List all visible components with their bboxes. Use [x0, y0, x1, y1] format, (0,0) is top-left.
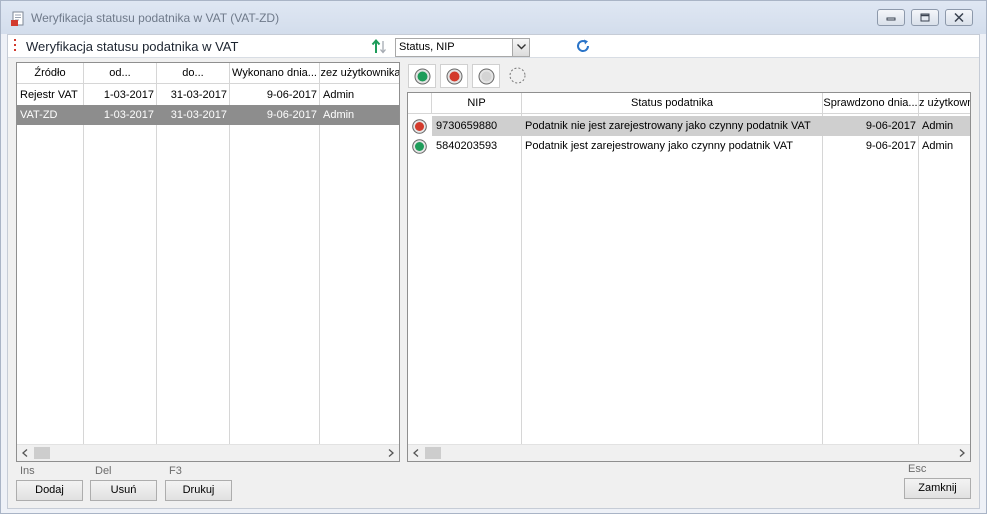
table-row[interactable]: 9730659880 Podatnik nie jest zarejestrow…: [408, 116, 970, 136]
sources-grid-header: Źródło od... do... Wykonano dnia... zez …: [17, 63, 399, 84]
horizontal-scrollbar[interactable]: [408, 444, 970, 461]
maximize-button[interactable]: [911, 9, 939, 26]
cell-to: 31-03-2017: [170, 89, 227, 101]
cell-to: 31-03-2017: [170, 109, 227, 121]
scrollbar-thumb[interactable]: [425, 447, 441, 459]
main-content: Weryfikacja statusu podatnika w VAT Stat…: [7, 34, 980, 509]
cell-user: Admin: [922, 120, 954, 132]
chevron-down-icon: [517, 44, 526, 50]
shortcut-label-close: Esc: [908, 463, 927, 475]
add-button[interactable]: Dodaj: [16, 480, 83, 501]
print-button[interactable]: Drukuj: [165, 480, 232, 501]
close-button[interactable]: Zamknij: [904, 478, 971, 499]
column-divider: [319, 84, 320, 446]
status-green-icon: [412, 139, 427, 154]
minimize-button[interactable]: [877, 9, 905, 26]
sources-grid: Źródło od... do... Wykonano dnia... zez …: [16, 62, 400, 462]
filter-active-taxpayer-button[interactable]: [408, 64, 436, 88]
column-header-status[interactable]: [408, 93, 432, 114]
document-app-icon: [11, 11, 24, 26]
header-bar: Weryfikacja statusu podatnika w VAT Stat…: [8, 35, 979, 58]
page-title: Weryfikacja statusu podatnika w VAT: [26, 39, 239, 54]
status-empty-icon: [509, 67, 526, 84]
column-header-user[interactable]: z użytkowni: [919, 93, 970, 114]
column-header-done[interactable]: Wykonano dnia...: [230, 63, 320, 84]
cell-taxpayer-status: Podatnik jest zarejestrowany jako czynny…: [525, 140, 794, 152]
column-header-nip[interactable]: NIP: [432, 93, 522, 114]
close-window-button[interactable]: [945, 9, 973, 26]
shortcut-label-print: F3: [169, 465, 182, 477]
cell-nip: 9730659880: [436, 120, 498, 132]
cell-from: 1-03-2017: [103, 89, 154, 101]
cell-checked: 9-06-2017: [865, 140, 916, 152]
shortcut-label-delete: Del: [95, 465, 112, 477]
scroll-left-icon[interactable]: [413, 449, 419, 457]
scroll-right-icon[interactable]: [959, 449, 965, 457]
status-red-icon: [446, 68, 463, 85]
title-bar: Weryfikacja statusu podatnika w VAT (VAT…: [1, 1, 986, 34]
close-icon: [954, 13, 964, 22]
column-header-to[interactable]: do...: [157, 63, 230, 84]
window-title: Weryfikacja statusu podatnika w VAT (VAT…: [31, 11, 280, 25]
sort-select[interactable]: Status, NIP: [395, 38, 530, 57]
cell-nip: 5840203593: [436, 140, 498, 152]
cell-done: 9-06-2017: [266, 89, 317, 101]
taxpayers-grid: NIP Status podatnika Sprawdzono dnia... …: [407, 92, 971, 462]
cell-user: Admin: [323, 89, 355, 101]
filter-unknown-status-button[interactable]: [472, 64, 500, 88]
maximize-icon: [920, 13, 930, 22]
column-divider: [83, 84, 84, 446]
cell-user: Admin: [922, 140, 954, 152]
column-header-checked[interactable]: Sprawdzono dnia...: [823, 93, 919, 114]
minimize-icon: [886, 17, 896, 21]
column-divider: [822, 114, 823, 446]
table-row[interactable]: Rejestr VAT 1-03-2017 31-03-2017 9-06-20…: [17, 85, 399, 105]
cell-taxpayer-status: Podatnik nie jest zarejestrowany jako cz…: [525, 120, 811, 132]
column-divider: [156, 84, 157, 446]
status-red-icon: [412, 119, 427, 134]
cell-source: Rejestr VAT: [20, 89, 78, 101]
column-divider: [521, 114, 522, 446]
taxpayers-grid-header: NIP Status podatnika Sprawdzono dnia... …: [408, 93, 970, 114]
drag-handle-icon[interactable]: [14, 39, 17, 54]
cell-source: VAT-ZD: [20, 109, 58, 121]
column-divider: [918, 114, 919, 446]
cell-from: 1-03-2017: [103, 109, 154, 121]
table-row-selected[interactable]: VAT-ZD 1-03-2017 31-03-2017 9-06-2017 Ad…: [17, 105, 399, 125]
app-window: Weryfikacja statusu podatnika w VAT (VAT…: [0, 0, 987, 514]
horizontal-scrollbar[interactable]: [17, 444, 399, 461]
column-header-taxpayer-status[interactable]: Status podatnika: [522, 93, 823, 114]
sort-direction-icon[interactable]: [371, 38, 389, 55]
table-row[interactable]: 5840203593 Podatnik jest zarejestrowany …: [408, 136, 970, 156]
column-header-source[interactable]: Źródło: [17, 63, 84, 84]
status-green-icon: [414, 68, 431, 85]
column-divider: [229, 84, 230, 446]
sort-dropdown-button[interactable]: [512, 39, 529, 56]
scroll-right-icon[interactable]: [388, 449, 394, 457]
cell-done: 9-06-2017: [266, 109, 317, 121]
filter-not-checked-button[interactable]: [504, 64, 532, 88]
scroll-left-icon[interactable]: [22, 449, 28, 457]
column-header-from[interactable]: od...: [84, 63, 157, 84]
cell-checked: 9-06-2017: [865, 120, 916, 132]
filter-inactive-taxpayer-button[interactable]: [440, 64, 468, 88]
refresh-icon[interactable]: [575, 38, 591, 54]
cell-user: Admin: [323, 109, 355, 121]
status-gray-icon: [478, 68, 495, 85]
scrollbar-thumb[interactable]: [34, 447, 50, 459]
delete-button[interactable]: Usuń: [90, 480, 157, 501]
column-header-user[interactable]: zez użytkownika: [320, 63, 399, 84]
sort-select-value: Status, NIP: [399, 41, 455, 53]
shortcut-label-add: Ins: [20, 465, 35, 477]
